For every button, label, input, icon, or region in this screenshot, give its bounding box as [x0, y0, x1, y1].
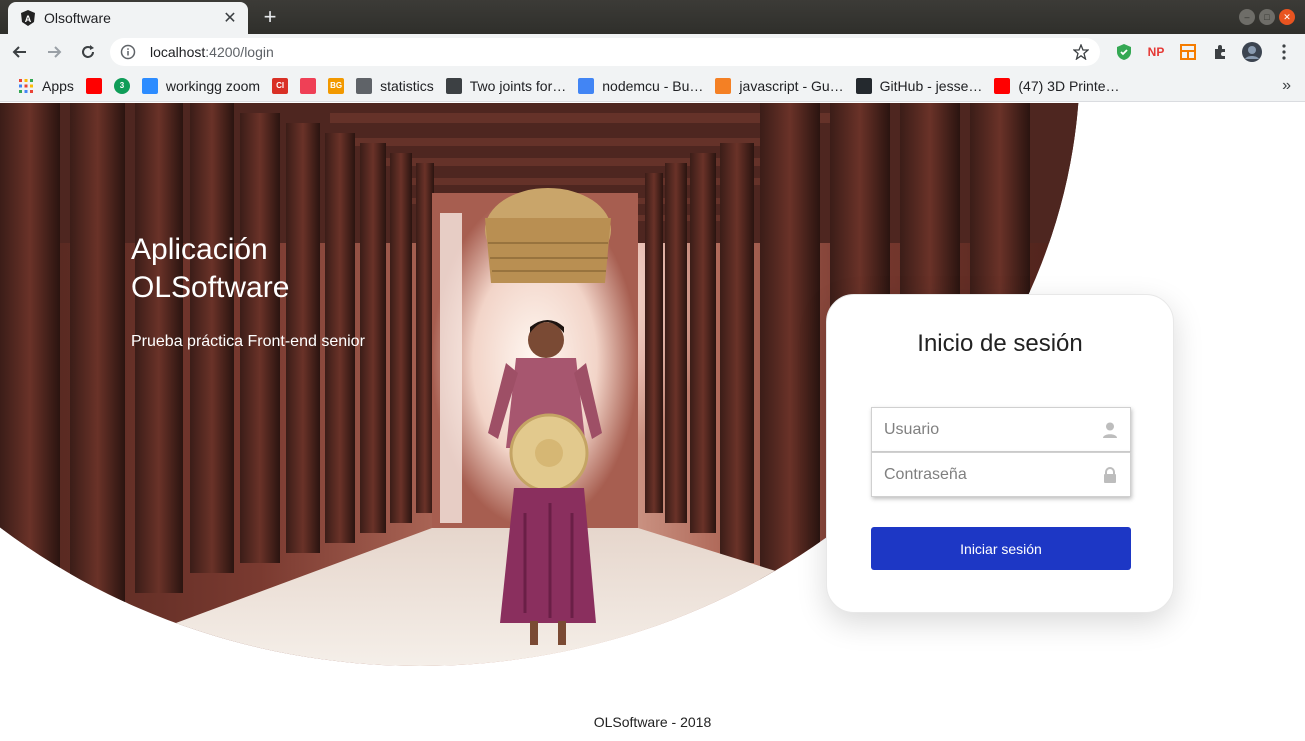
login-card: Inicio de sesión Iniciar sesión: [826, 294, 1174, 613]
lock-icon: [1102, 466, 1118, 483]
extensions-area: NP: [1113, 38, 1295, 66]
stackoverflow-icon: [715, 77, 732, 94]
bg-icon: BG: [328, 77, 345, 94]
bookmark-label: GitHub - jesse…: [879, 77, 983, 94]
bookmark-label: nodemcu - Bu…: [602, 77, 704, 94]
close-tab-icon[interactable]: ✕: [220, 8, 240, 28]
angular-icon: A: [20, 10, 36, 26]
bookmark-item[interactable]: Two joints for…: [440, 73, 572, 99]
grid-dots-icon: [445, 77, 462, 94]
svg-text:A: A: [25, 14, 32, 24]
arrow-left-icon: [12, 46, 26, 58]
puzzle-extension-icon[interactable]: [1209, 41, 1231, 63]
login-page: Aplicación OLSoftware Prueba práctica Fr…: [0, 103, 1305, 741]
password-input[interactable]: [884, 465, 1102, 484]
google-icon: [578, 77, 595, 94]
bookmark-label: statistics: [380, 77, 434, 94]
password-field[interactable]: [871, 452, 1131, 497]
np-extension-icon[interactable]: NP: [1145, 41, 1167, 63]
bookmark-label: (47) 3D Printe…: [1018, 77, 1120, 94]
arrow-right-icon: [48, 46, 62, 58]
maximize-icon[interactable]: □: [1259, 9, 1275, 25]
zoom-icon: [141, 77, 158, 94]
window-controls: – □ ✕: [1239, 9, 1295, 25]
user-icon: [1102, 422, 1118, 438]
bookmark-item[interactable]: [80, 73, 108, 99]
ci-icon: CI: [272, 77, 289, 94]
new-tab-button[interactable]: +: [258, 6, 282, 30]
youtube-icon: [994, 77, 1011, 94]
youtube-icon: [85, 77, 102, 94]
minimize-icon[interactable]: –: [1239, 9, 1255, 25]
menu-kebab-icon[interactable]: [1273, 41, 1295, 63]
username-field[interactable]: [871, 407, 1131, 452]
bookmark-item[interactable]: [294, 73, 322, 99]
footer-text: OLSoftware - 2018: [593, 714, 712, 730]
github-icon: [855, 77, 872, 94]
calculator-icon: [356, 77, 373, 94]
info-icon[interactable]: [120, 44, 136, 60]
browser-toolbar: localhost:4200/login NP: [0, 34, 1305, 70]
hero-title-text: Aplicación OLSoftware: [131, 233, 290, 304]
shield-extension-icon[interactable]: [1113, 41, 1135, 63]
apps-grid-icon: [18, 78, 34, 94]
bookmark-item[interactable]: BG: [322, 73, 350, 99]
bookmark-label: workingg zoom: [165, 77, 261, 94]
bookmarks-bar: Apps 3 workingg zoom CI BG statistics Two joi…: [0, 70, 1305, 102]
url-host: localhost: [150, 44, 206, 60]
reload-icon: [82, 45, 94, 58]
layout-extension-icon[interactable]: [1177, 41, 1199, 63]
close-window-icon[interactable]: ✕: [1279, 9, 1295, 25]
tab-olsoftware[interactable]: A Olsoftware ✕: [8, 2, 248, 34]
bookmark-item[interactable]: CI: [266, 73, 294, 99]
bookmark-item[interactable]: workingg zoom: [136, 73, 266, 99]
reload-button[interactable]: [74, 38, 102, 66]
bookmarks-more-icon[interactable]: »: [1282, 77, 1291, 95]
bookmark-item[interactable]: javascript - Gu…: [709, 73, 849, 99]
bookmark-item[interactable]: (47) 3D Printe…: [988, 73, 1125, 99]
bookmark-label: Two joints for…: [469, 77, 567, 94]
bookmark-label: Apps: [42, 77, 74, 94]
url-path: :4200/login: [205, 44, 274, 60]
bookmark-star-icon[interactable]: [1072, 43, 1090, 61]
forward-button[interactable]: [40, 38, 68, 66]
url-text[interactable]: localhost:4200/login: [150, 44, 1072, 60]
bookmark-item[interactable]: nodemcu - Bu…: [572, 73, 709, 99]
username-input[interactable]: [884, 420, 1102, 439]
address-bar[interactable]: localhost:4200/login: [110, 38, 1100, 66]
pocket-icon: [300, 77, 317, 94]
tab-strip: A Olsoftware ✕ + – □ ✕: [0, 0, 1305, 34]
badge-3-icon: 3: [113, 77, 130, 94]
tab-title: Olsoftware: [44, 10, 111, 26]
login-button[interactable]: Iniciar sesión: [871, 527, 1131, 570]
bookmark-item[interactable]: statistics: [350, 73, 440, 99]
profile-avatar[interactable]: [1241, 41, 1263, 63]
bookmark-apps[interactable]: Apps: [12, 73, 80, 99]
back-button[interactable]: [6, 38, 34, 66]
browser-window: A Olsoftware ✕ + – □ ✕ localhost:4200/lo…: [0, 0, 1305, 741]
bookmark-item[interactable]: 3: [108, 73, 136, 99]
hero-title: Aplicación OLSoftware: [131, 231, 331, 307]
hero-subtitle: Prueba práctica Front-end senior: [131, 333, 365, 350]
bookmark-item[interactable]: GitHub - jesse…: [850, 73, 989, 99]
login-title: Inicio de sesión: [917, 330, 1083, 357]
bookmark-label: javascript - Gu…: [739, 77, 844, 94]
